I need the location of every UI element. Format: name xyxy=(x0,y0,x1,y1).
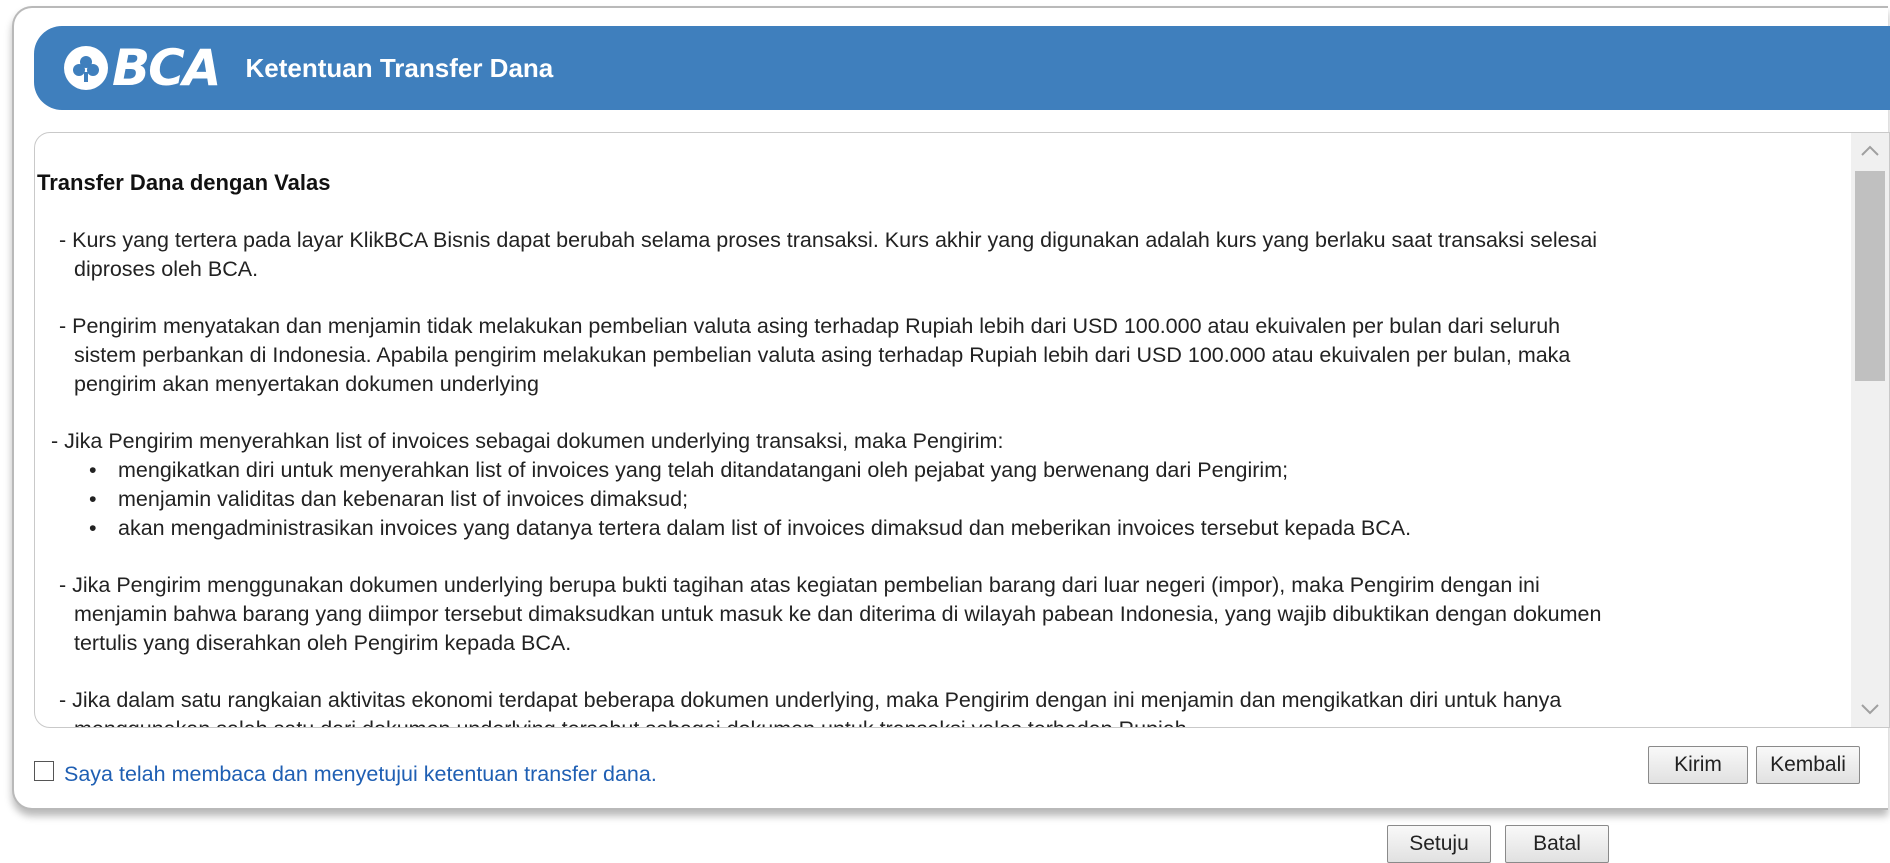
kembali-button[interactable]: Kembali xyxy=(1756,746,1860,784)
terms-text: Transfer Dana dengan Valas - Kurs yang t… xyxy=(35,133,1851,727)
kirim-button[interactable]: Kirim xyxy=(1648,746,1748,784)
terms-line: sistem perbankan di Indonesia. Apabila p… xyxy=(74,343,1571,367)
page-title: Ketentuan Transfer Dana xyxy=(245,52,554,83)
terms-line: tertulis yang diserahkan oleh Pengirim k… xyxy=(74,631,572,655)
section-title: Transfer Dana dengan Valas xyxy=(37,170,331,195)
terms-line: - Pengirim menyatakan dan menjamin tidak… xyxy=(59,314,1561,338)
list-item: • menjamin validitas dan kebenaran list o… xyxy=(89,487,689,511)
list-item: • akan mengadministrasikan invoices yang … xyxy=(89,516,1412,540)
terms-line: - Jika Pengirim menyerahkan list of invo… xyxy=(51,429,1004,453)
batal-button[interactable]: Batal xyxy=(1505,825,1609,863)
terms-line: - Jika Pengirim menggunakan dokumen unde… xyxy=(59,573,1540,597)
list-item-text: mengikatkan diri untuk menyerahkan list … xyxy=(118,458,1289,482)
terms-paragraph-impor: - Jika Pengirim menggunakan dokumen unde… xyxy=(59,571,1601,658)
scroll-up-icon[interactable] xyxy=(1851,133,1889,169)
terms-line: - Jika dalam satu rangkaian aktivitas ek… xyxy=(59,688,1562,712)
list-item-text: akan mengadministrasikan invoices yang d… xyxy=(118,516,1412,540)
vertical-scrollbar[interactable] xyxy=(1851,133,1889,727)
list-item: • mengikatkan diri untuk menyerahkan list… xyxy=(89,458,1289,482)
terms-paragraph-dokumen: - Jika dalam satu rangkaian aktivitas ek… xyxy=(59,686,1561,727)
terms-line: diproses oleh BCA. xyxy=(74,257,259,281)
bca-emblem-icon xyxy=(64,46,108,90)
agreement-row: Saya telah membaca dan menyetujui ketent… xyxy=(34,754,657,787)
agree-checkbox[interactable] xyxy=(34,760,54,781)
bca-logo: BCA xyxy=(64,39,222,97)
scroll-down-icon[interactable] xyxy=(1851,691,1889,727)
scrollbar-thumb[interactable] xyxy=(1855,171,1885,381)
terms-line: - Kurs yang tertera pada layar KlikBCA B… xyxy=(59,228,1598,252)
invoices-bullet-list: • mengikatkan diri untuk menyerahkan list… xyxy=(89,456,1411,543)
terms-paragraph-invoices: - Jika Pengirim menyerahkan list of invo… xyxy=(51,427,1003,456)
setuju-button[interactable]: Setuju xyxy=(1387,825,1491,863)
terms-content-panel[interactable]: Transfer Dana dengan Valas - Kurs yang t… xyxy=(34,132,1890,728)
terms-paragraph-kurs: - Kurs yang tertera pada layar KlikBCA B… xyxy=(59,226,1597,284)
terms-paragraph-pembelian-valas: - Pengirim menyatakan dan menjamin tidak… xyxy=(59,312,1570,399)
terms-line: menjamin bahwa barang yang diimpor terse… xyxy=(74,602,1602,626)
bca-logo-text: BCA xyxy=(112,39,222,97)
list-item-text: menjamin validitas dan kebenaran list of… xyxy=(118,487,689,511)
terms-line: menggunakan salah satu dari dokumen unde… xyxy=(59,715,1561,727)
dialog-header: BCA Ketentuan Transfer Dana xyxy=(34,26,1890,110)
terms-line: pengirim akan menyertakan dokumen underl… xyxy=(74,372,539,396)
agree-label[interactable]: Saya telah membaca dan menyetujui ketent… xyxy=(64,754,657,787)
